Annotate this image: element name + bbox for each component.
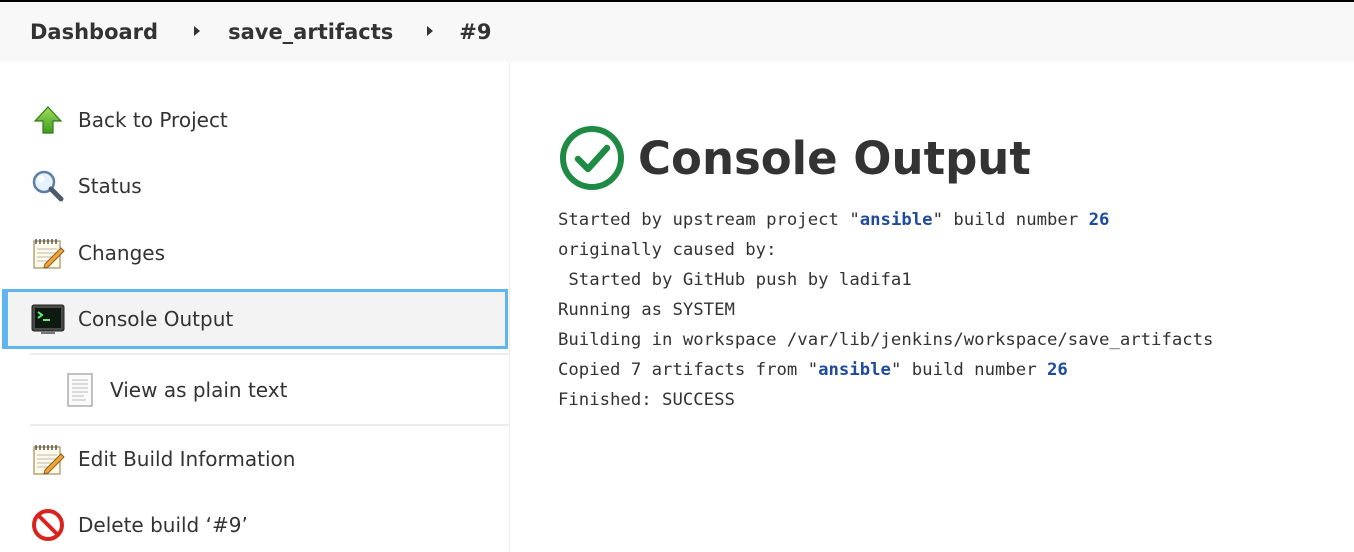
breadcrumb-separator-icon[interactable] xyxy=(194,26,201,36)
magnifier-icon xyxy=(30,168,66,204)
breadcrumb-dashboard[interactable]: Dashboard xyxy=(30,20,158,44)
notepad-icon xyxy=(30,441,66,477)
console-text: Building in workspace /var/lib/jenkins/w… xyxy=(558,330,1214,350)
breadcrumb-build[interactable]: #9 xyxy=(459,20,491,44)
sidebar-item-label: Changes xyxy=(78,241,165,265)
console-text: Finished: SUCCESS xyxy=(558,390,735,410)
sidebar-item-label: Console Output xyxy=(78,307,234,331)
page-title: Console Output xyxy=(638,131,1031,185)
console-text: Started by GitHub push by ladifa1 xyxy=(558,270,912,290)
up-arrow-icon xyxy=(30,102,66,138)
artifact-project-link[interactable]: ansible xyxy=(818,360,891,380)
success-check-icon xyxy=(560,126,624,190)
breadcrumb-project[interactable]: save_artifacts xyxy=(228,20,393,44)
sidebar-divider xyxy=(30,424,510,426)
sidebar-item-edit-build-information[interactable]: Edit Build Information xyxy=(0,429,510,489)
upstream-project-link[interactable]: ansible xyxy=(860,210,933,230)
breadcrumb-separator-icon[interactable] xyxy=(427,26,434,36)
page-header: Console Output xyxy=(558,124,1031,192)
sidebar-item-view-as-plain-text[interactable]: View as plain text xyxy=(0,360,510,420)
sidebar-item-label: Delete build ‘#9’ xyxy=(78,513,248,537)
console-text: " build number xyxy=(932,210,1089,230)
breadcrumb: Dashboard save_artifacts #9 xyxy=(0,2,1354,62)
sidebar-item-changes[interactable]: Changes xyxy=(0,223,510,283)
upstream-build-link[interactable]: 26 xyxy=(1089,210,1110,230)
console-text: Running as SYSTEM xyxy=(558,300,735,320)
document-icon xyxy=(62,372,98,408)
sidebar-divider xyxy=(30,353,510,355)
console-text: originally caused by: xyxy=(558,240,777,260)
sidebar-item-console-output[interactable]: Console Output xyxy=(2,289,508,349)
terminal-icon xyxy=(30,301,66,337)
console-text: Copied 7 artifacts from " xyxy=(558,360,819,380)
sidebar-item-delete-build[interactable]: Delete build ‘#9’ xyxy=(0,495,510,552)
console-text: Started by upstream project " xyxy=(558,210,860,230)
sidebar-item-label: Edit Build Information xyxy=(78,447,296,471)
artifact-build-link[interactable]: 26 xyxy=(1047,360,1068,380)
console-text: " build number xyxy=(890,360,1048,380)
sidebar: Back to Project Status Changes Console O… xyxy=(0,62,510,552)
sidebar-item-label: Back to Project xyxy=(78,108,228,132)
sidebar-item-back-to-project[interactable]: Back to Project xyxy=(0,90,510,150)
console-output: Started by upstream project "ansible" bu… xyxy=(558,205,1213,415)
sidebar-item-status[interactable]: Status xyxy=(0,156,510,216)
notepad-icon xyxy=(30,235,66,271)
sidebar-item-label: Status xyxy=(78,174,142,198)
sidebar-item-label: View as plain text xyxy=(110,378,288,402)
main-panel: Console Output Started by upstream proje… xyxy=(511,62,1354,552)
no-entry-icon xyxy=(30,507,66,543)
